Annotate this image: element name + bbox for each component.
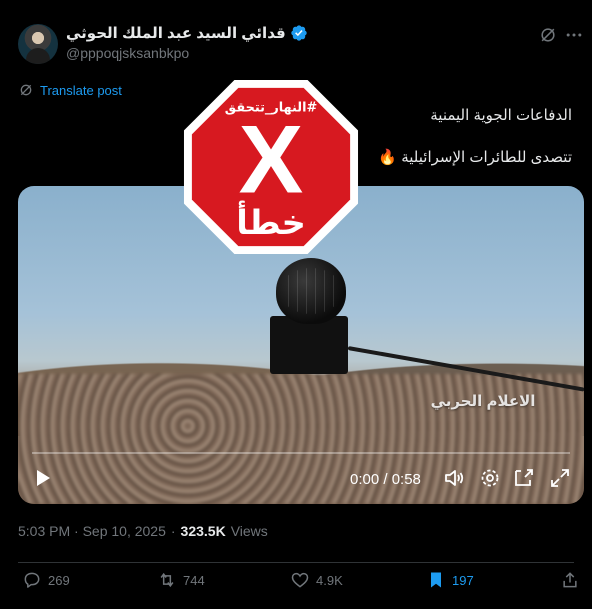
author-handle[interactable]: @pppoqjsksanbkpo [66,45,189,61]
video-scene-device-dome [276,258,346,324]
volume-icon[interactable] [442,466,466,490]
like-button[interactable]: 4.9K [290,570,343,590]
reply-button[interactable]: 269 [22,570,70,590]
author-display-name[interactable]: قدائي السيد عبد الملك الحوثي [66,24,286,42]
picture-in-picture-icon[interactable] [512,466,536,490]
grok-icon[interactable] [538,25,558,45]
views-label: Views [230,523,268,539]
stop-sign-x-mark: X [239,105,304,214]
post-meta: 5:03 PM · Sep 10, 2025 · 323.5K Views [18,523,268,539]
verified-badge-icon[interactable] [290,24,308,42]
meta-separator: · [170,523,176,539]
bookmark-count: 197 [452,572,474,588]
bookmark-button[interactable]: 197 [426,570,474,590]
reply-count: 269 [48,572,70,588]
video-time: 0:00 / 0:58 [350,471,421,488]
translate-post-link[interactable]: Translate post [18,82,122,98]
reply-icon [24,572,40,588]
fullscreen-icon[interactable] [548,466,572,490]
share-button[interactable] [560,570,580,590]
repost-icon [160,572,174,588]
video-watermark: الاعلام الحربي [430,393,536,410]
post-timestamp[interactable]: 5:03 PM · Sep 10, 2025 [18,523,166,539]
views-count: 323.5K [180,523,226,539]
translate-post-label: Translate post [40,82,122,98]
repost-count: 744 [183,572,205,588]
fact-check-stop-sign: #النهار_تتحقق X خطأ [183,79,359,255]
settings-gear-icon[interactable] [478,466,502,490]
more-options-icon[interactable] [564,25,584,45]
translate-icon [20,84,32,96]
divider [18,562,574,563]
video-controls: 0:00 / 0:58 [18,466,584,496]
share-icon [563,572,577,588]
like-count: 4.9K [316,572,343,588]
stop-sign-verdict: خطأ [236,200,306,242]
author-name-row: قدائي السيد عبد الملك الحوثي [66,24,308,42]
bookmark-filled-icon [431,572,441,588]
action-bar: 269 744 4.9K 197 [0,570,592,600]
video-progress-bar[interactable] [32,452,570,454]
heart-icon [291,572,309,588]
play-icon[interactable] [30,466,54,490]
video-scene-device-base [270,316,348,374]
author-avatar[interactable] [18,24,58,64]
repost-button[interactable]: 744 [157,570,205,590]
tweet: قدائي السيد عبد الملك الحوثي @pppoqjsksa… [0,0,592,609]
